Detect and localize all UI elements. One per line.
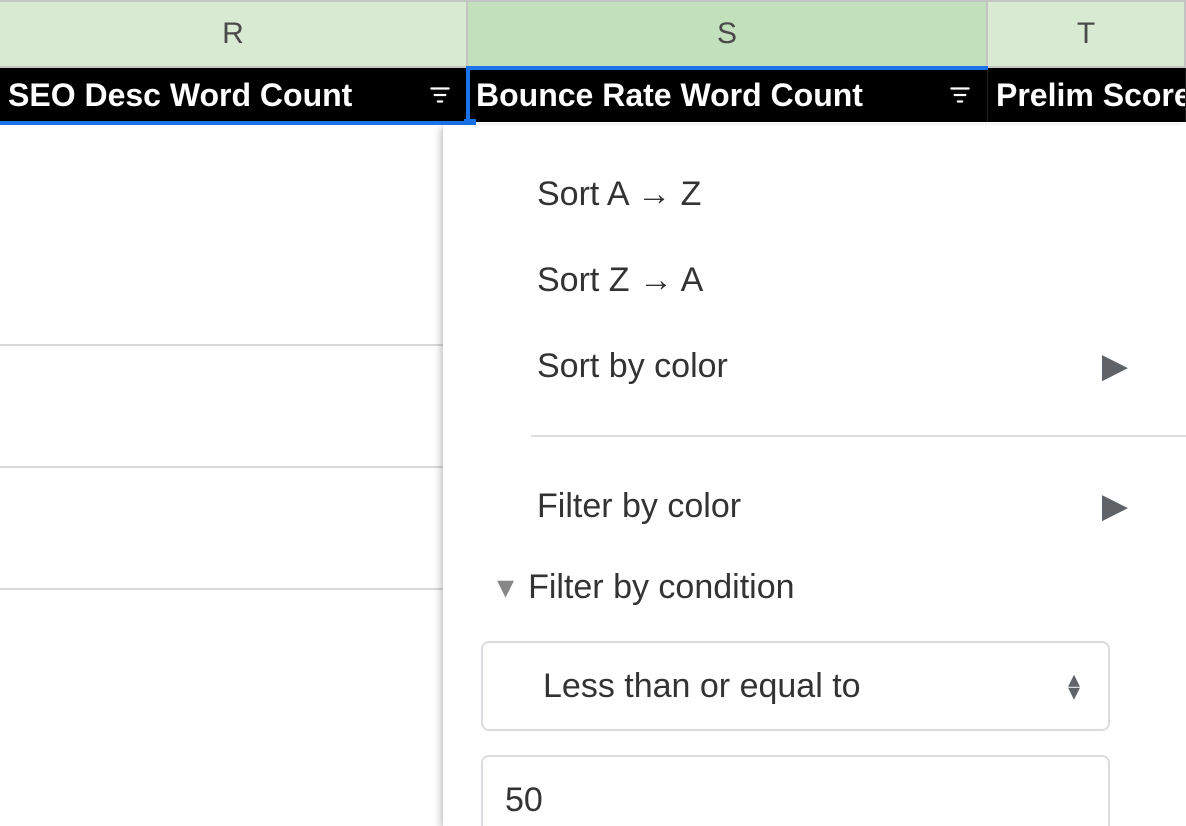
- menu-label: Sort Z → A: [537, 261, 703, 300]
- column-letter: S: [717, 17, 737, 51]
- column-letter-row: R S T: [0, 0, 1186, 68]
- selection-border: [468, 66, 988, 70]
- grid-row[interactable]: [0, 346, 443, 468]
- grid-row[interactable]: [0, 122, 443, 346]
- menu-label: Sort by color: [537, 347, 728, 386]
- header-label: Bounce Rate Word Count: [476, 77, 863, 114]
- chevron-right-icon: ▶: [1102, 486, 1128, 526]
- condition-value-input[interactable]: 50: [481, 755, 1110, 826]
- condition-selected-label: Less than or equal to: [543, 667, 861, 706]
- filter-by-color[interactable]: Filter by color ▶: [443, 463, 1186, 549]
- header-cell-R[interactable]: SEO Desc Word Count: [0, 68, 468, 122]
- column-header-S[interactable]: S: [468, 2, 988, 66]
- stepper-down-icon: ▾: [1068, 686, 1080, 699]
- selection-border: [466, 66, 470, 125]
- menu-label: Filter by color: [537, 487, 741, 526]
- column-letter: R: [222, 17, 244, 51]
- section-label: Filter by condition: [528, 568, 794, 607]
- condition-select[interactable]: Less than or equal to ▴ ▾: [481, 641, 1110, 731]
- column-letter: T: [1077, 17, 1095, 51]
- menu-label: Sort A → Z: [537, 175, 701, 214]
- filter-dropdown-panel: Sort A → Z Sort Z → A Sort by color ▶ Fi…: [443, 125, 1186, 826]
- filter-icon[interactable]: [427, 82, 453, 108]
- header-label-row: SEO Desc Word Count Bounce Rate Word Cou…: [0, 68, 1186, 122]
- spreadsheet-view: R S T SEO Desc Word Count Bounce Rate Wo…: [0, 0, 1186, 826]
- column-header-R[interactable]: R: [0, 2, 468, 66]
- select-stepper-icon: ▴ ▾: [1068, 673, 1080, 699]
- header-cell-S[interactable]: Bounce Rate Word Count: [468, 68, 988, 122]
- grid-row[interactable]: [0, 468, 443, 590]
- filter-icon[interactable]: [947, 82, 973, 108]
- menu-divider: [531, 435, 1186, 437]
- condition-value: 50: [505, 781, 543, 820]
- chevron-right-icon: ▶: [1102, 346, 1128, 386]
- sort-ascending[interactable]: Sort A → Z: [443, 151, 1186, 237]
- header-label: Prelim Score: [996, 77, 1186, 114]
- selection-border: [0, 121, 468, 125]
- filter-by-condition-toggle[interactable]: ▾ Filter by condition: [443, 549, 1186, 631]
- sort-by-color[interactable]: Sort by color ▶: [443, 323, 1186, 409]
- header-cell-T[interactable]: Prelim Score: [988, 68, 1186, 122]
- disclosure-down-icon: ▾: [497, 567, 514, 607]
- header-label: SEO Desc Word Count: [8, 77, 352, 114]
- sort-descending[interactable]: Sort Z → A: [443, 237, 1186, 323]
- column-header-T[interactable]: T: [988, 2, 1186, 66]
